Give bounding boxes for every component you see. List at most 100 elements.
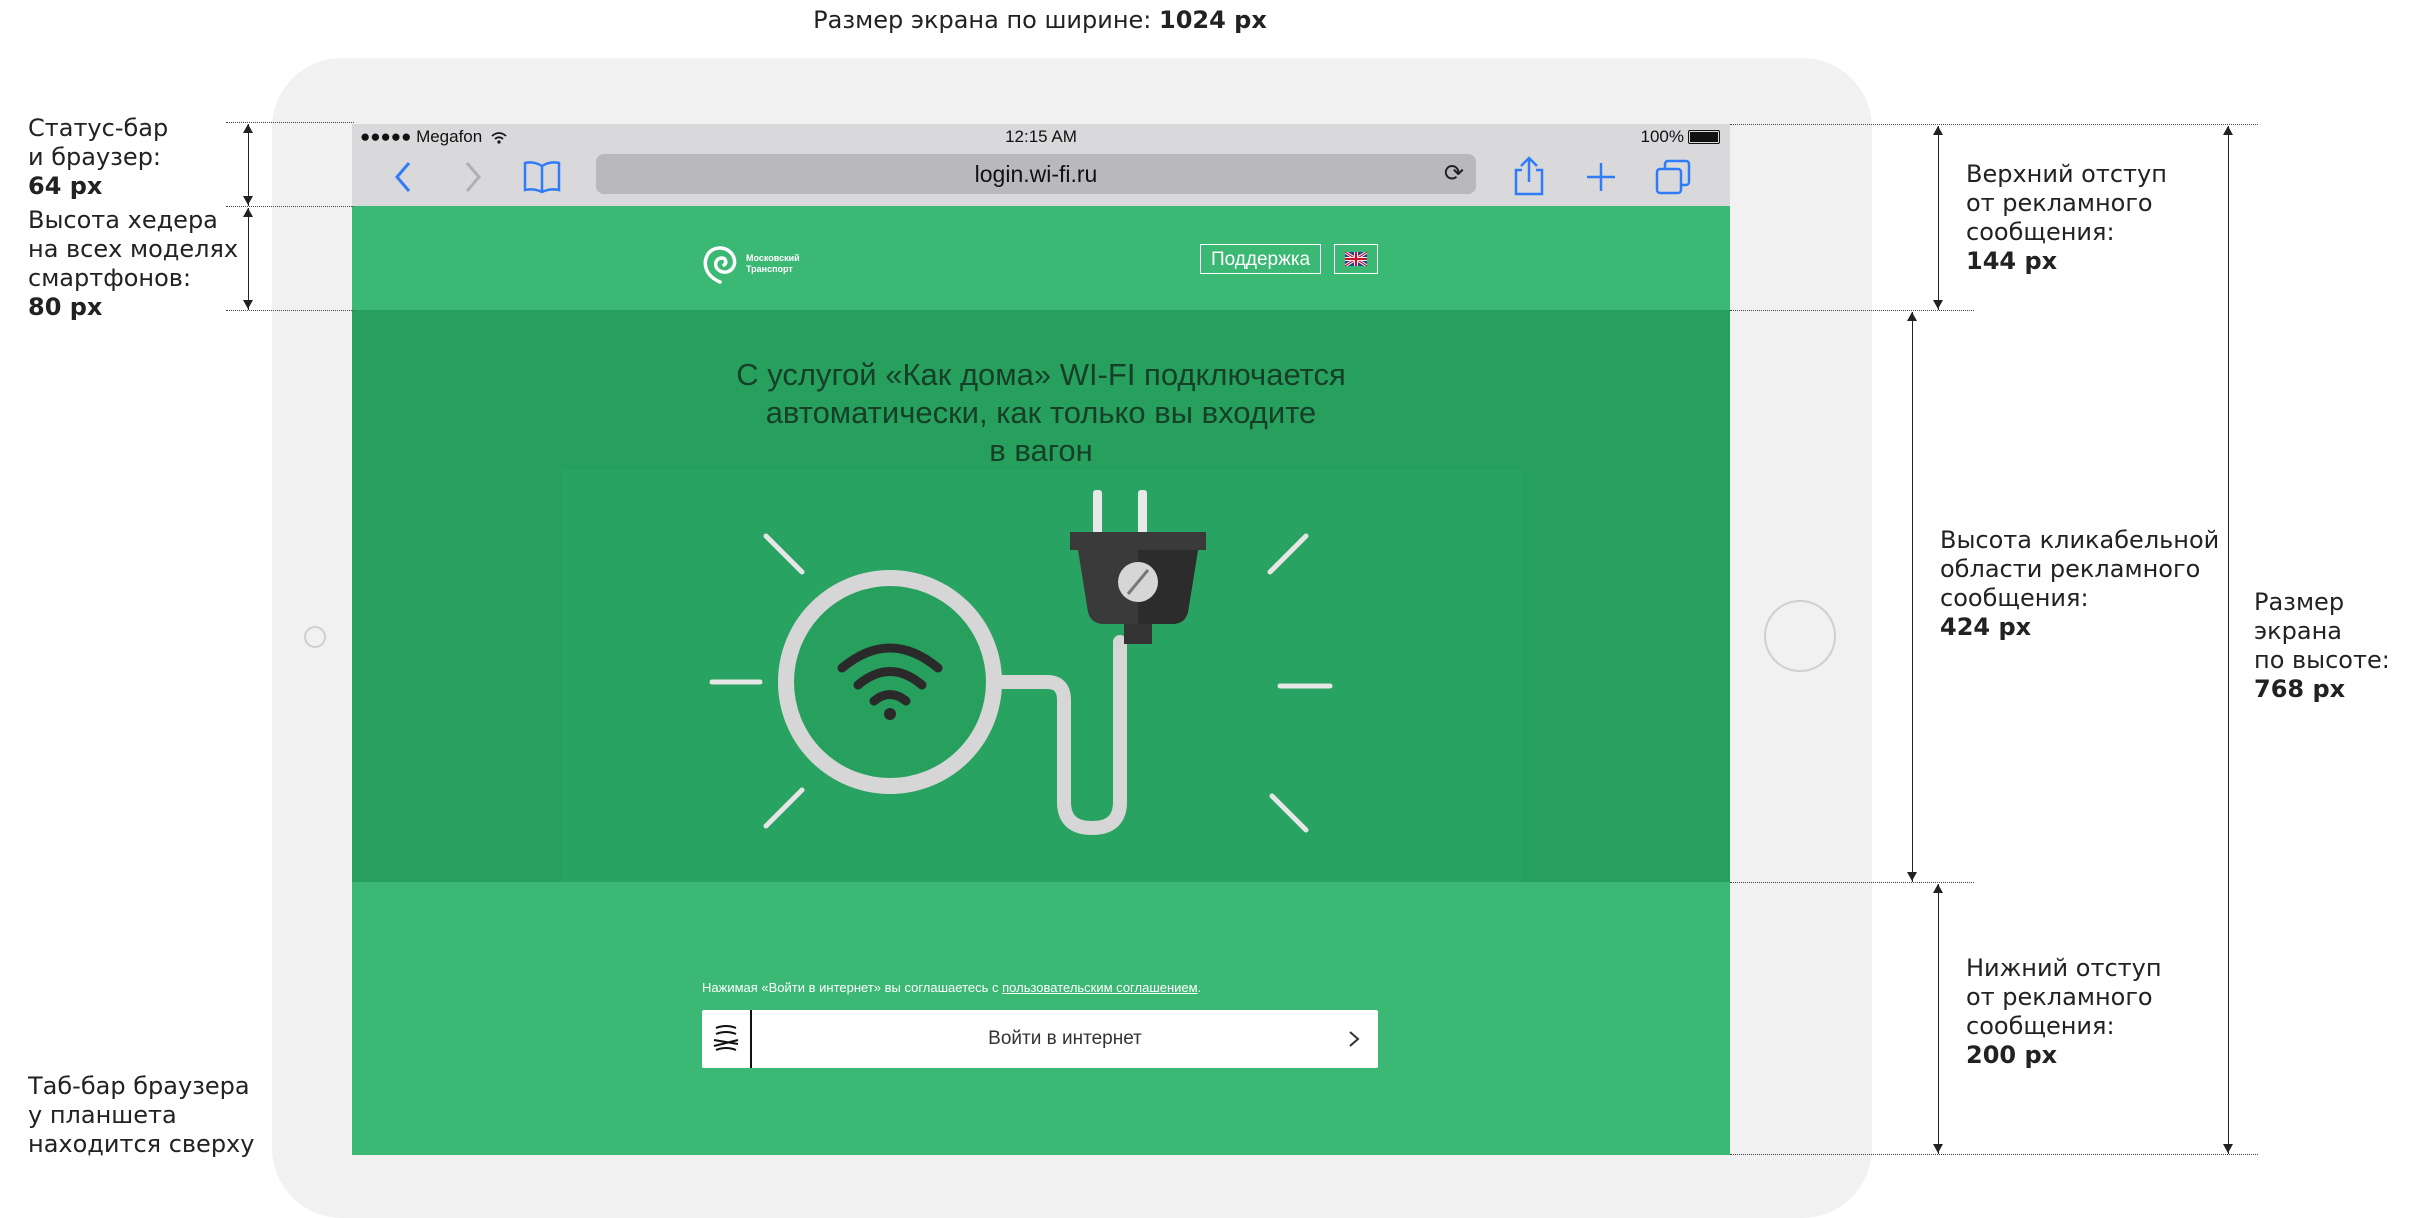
screen-width-label: Размер экрана по ширине: xyxy=(813,6,1160,34)
arrow-up-icon xyxy=(243,124,253,133)
screen-width-value: 1024 px xyxy=(1159,6,1267,34)
dimension-guide xyxy=(226,310,354,311)
browser-toolbar: login.wi-fi.ru ⟳ xyxy=(352,148,1730,207)
logo-line2: Транспорт xyxy=(746,264,793,274)
annotation-tabbar: Таб-бар браузера у планшета находится св… xyxy=(28,1072,254,1159)
annotation-screen-height-value: 768 px xyxy=(2254,675,2346,703)
status-time: 12:15 AM xyxy=(1005,127,1077,146)
arrow-up-icon xyxy=(2223,126,2233,135)
annotation-header-line3: смартфонов: xyxy=(28,264,192,292)
annotation-top-offset-line3: сообщения: xyxy=(1966,218,2115,246)
annotation-bottom-offset-value: 200 px xyxy=(1966,1041,2058,1069)
annotation-statusbar-value: 64 px xyxy=(28,172,103,200)
dimension-line xyxy=(2228,126,2229,1154)
agreement-text: Нажимая «Войти в интернет» вы соглашаете… xyxy=(702,980,1201,995)
support-button[interactable]: Поддержка xyxy=(1200,244,1322,274)
camera-icon xyxy=(304,626,326,648)
device-screen: ●●●●● Megafon 12:15 AM 100% login.wi-fi.… xyxy=(352,124,1730,1155)
ad-headline: С услугой «Как дома» WI-FI подключается … xyxy=(352,356,1730,470)
url-field[interactable]: login.wi-fi.ru ⟳ xyxy=(596,154,1476,194)
ad-headline-line1: С услугой «Как дома» WI-FI подключается xyxy=(736,357,1346,392)
annotation-top-offset-line1: Верхний отступ xyxy=(1966,160,2167,188)
plug-icon xyxy=(1070,490,1206,644)
annotation-ad-height-line2: области рекламного xyxy=(1940,555,2201,583)
dimension-guide xyxy=(1730,882,1974,883)
battery-icon xyxy=(1688,130,1720,144)
dimension-line xyxy=(248,124,249,206)
arrow-up-icon xyxy=(1933,126,1943,135)
annotation-tabbar-line3: находится сверху xyxy=(28,1130,255,1158)
annotation-header: Высота хедера на всех моделях смартфонов… xyxy=(28,206,238,322)
annotation-screen-height-line1: Размер экрана xyxy=(2254,588,2345,645)
moscow-transport-logo[interactable]: Московский Транспорт xyxy=(700,242,800,286)
bookmarks-icon[interactable] xyxy=(522,160,562,194)
enter-button-icon-box xyxy=(702,1010,752,1068)
agreement-suffix: . xyxy=(1197,980,1202,995)
url-text: login.wi-fi.ru xyxy=(974,161,1098,187)
annotation-statusbar-line1: Статус-бар xyxy=(28,114,169,142)
ad-banner[interactable]: С услугой «Как дома» WI-FI подключается … xyxy=(352,310,1730,882)
dimension-line xyxy=(1938,126,1939,310)
back-icon[interactable] xyxy=(392,160,414,194)
annotation-top-offset: Верхний отступ от рекламного сообщения: … xyxy=(1966,160,2167,276)
share-icon[interactable] xyxy=(1512,156,1546,198)
annotation-statusbar-line2: и браузер: xyxy=(28,143,162,171)
annotation-ad-height-value: 424 px xyxy=(1940,613,2032,641)
enter-button-label: Войти в интернет xyxy=(988,1028,1142,1049)
dimension-guide xyxy=(226,122,354,123)
arrow-up-icon xyxy=(243,208,253,217)
language-button[interactable] xyxy=(1334,244,1378,274)
annotation-header-value: 80 px xyxy=(28,293,103,321)
annotation-screen-height-line2: по высоте: xyxy=(2254,646,2390,674)
logo-line1: Московский xyxy=(746,253,800,263)
arrow-up-icon xyxy=(1933,884,1943,893)
annotation-top-offset-line2: от рекламного xyxy=(1966,189,2153,217)
enter-internet-button[interactable]: Войти в интернет xyxy=(702,1010,1378,1068)
arrow-up-icon xyxy=(1907,312,1917,321)
ad-headline-line3: в вагон xyxy=(989,433,1093,468)
annotation-bottom-offset-line3: сообщения: xyxy=(1966,1012,2115,1040)
logo-spiral-icon xyxy=(703,246,737,284)
annotation-bottom-offset-line2: от рекламного xyxy=(1966,983,2153,1011)
ad-partner-logo-icon xyxy=(713,1025,739,1051)
arrow-down-icon xyxy=(1933,300,1943,309)
battery-percent: 100% xyxy=(1640,127,1684,146)
tabs-icon[interactable] xyxy=(1654,158,1692,196)
annotation-header-line1: Высота хедера xyxy=(28,206,218,234)
dimension-guide xyxy=(226,206,354,207)
annotation-ad-height-line1: Высота кликабельной xyxy=(1940,526,2220,554)
forward-icon[interactable] xyxy=(462,160,484,194)
arrow-down-icon xyxy=(1933,1144,1943,1153)
annotation-tabbar-line2: у планшета xyxy=(28,1101,177,1129)
ad-headline-line2: автоматически, как только вы входите xyxy=(765,395,1317,430)
arrow-down-icon xyxy=(243,196,253,205)
dimension-line xyxy=(1912,312,1913,882)
annotation-top-offset-value: 144 px xyxy=(1966,247,2058,275)
annotation-statusbar: Статус-бар и браузер: 64 px xyxy=(28,114,168,201)
chevron-right-icon xyxy=(1349,1031,1360,1047)
status-bar: ●●●●● Megafon 12:15 AM 100% xyxy=(352,124,1730,148)
reload-icon[interactable]: ⟳ xyxy=(1444,154,1464,194)
new-tab-icon[interactable] xyxy=(1584,160,1618,194)
annotation-ad-height-line3: сообщения: xyxy=(1940,584,2089,612)
annotation-bottom-offset-line1: Нижний отступ xyxy=(1966,954,2162,982)
dimension-guide xyxy=(1730,1154,2258,1155)
annotation-tabbar-line1: Таб-бар браузера xyxy=(28,1072,250,1100)
home-button[interactable] xyxy=(1764,600,1836,672)
arrow-down-icon xyxy=(1907,872,1917,881)
site-header: Московский Транспорт Поддержка xyxy=(352,206,1730,310)
battery-indicator: 100% xyxy=(1641,127,1720,147)
footer-section: Нажимая «Войти в интернет» вы соглашаете… xyxy=(352,882,1730,1155)
annotation-bottom-offset: Нижний отступ от рекламного сообщения: 2… xyxy=(1966,954,2162,1070)
agreement-prefix: Нажимая «Войти в интернет» вы соглашаете… xyxy=(702,980,1003,995)
arrow-down-icon xyxy=(2223,1144,2233,1153)
dimension-guide xyxy=(1730,310,1974,311)
screen-width-caption: Размер экрана по ширине: 1024 px xyxy=(0,6,2080,35)
user-agreement-link[interactable]: пользовательским соглашением xyxy=(1002,980,1197,995)
dimension-guide xyxy=(1730,124,2258,125)
annotation-header-line2: на всех моделях xyxy=(28,235,239,263)
annotation-ad-height: Высота кликабельной области рекламного с… xyxy=(1940,526,2219,642)
plug-illustration xyxy=(709,490,1333,836)
annotation-screen-height: Размер экрана по высоте: 768 px xyxy=(2254,588,2436,704)
uk-flag-icon xyxy=(1345,252,1367,266)
